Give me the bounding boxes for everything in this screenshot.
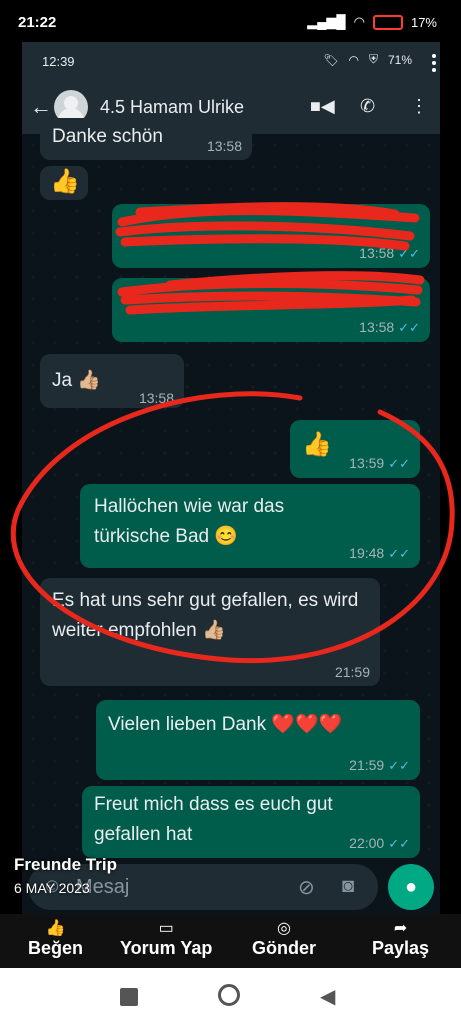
action-bar: 👍 Beğen ▭ Yorum Yap ◎ Gönder ➦ Paylaş: [0, 914, 461, 968]
like-button[interactable]: 👍 Beğen: [28, 918, 83, 959]
home-icon[interactable]: [218, 984, 240, 1006]
system-nav-bar: ◀: [0, 968, 461, 1024]
share-button[interactable]: ➦ Paylaş: [372, 918, 429, 959]
like-label: Beğen: [28, 938, 84, 958]
comment-label: Yorum Yap: [120, 938, 213, 958]
recents-icon[interactable]: [120, 988, 138, 1006]
comment-button[interactable]: ▭ Yorum Yap: [120, 918, 212, 959]
send-button[interactable]: ◎ Gönder: [252, 918, 316, 959]
annotation-circle: [10, 391, 455, 664]
scribble-redaction: [115, 202, 420, 251]
post-date: 6 MAY 2023: [14, 880, 90, 896]
scribble-redaction: [117, 271, 425, 315]
send-label: Gönder: [252, 938, 317, 958]
back-icon[interactable]: ◀: [320, 984, 335, 1009]
post-title: Freunde Trip: [14, 855, 117, 874]
comment-icon: ▭: [158, 920, 174, 937]
share-icon: ➦: [393, 920, 408, 937]
thumbs-up-icon: 👍: [45, 920, 66, 937]
whatsapp-icon: ◎: [277, 920, 291, 937]
share-label: Paylaş: [372, 938, 430, 958]
